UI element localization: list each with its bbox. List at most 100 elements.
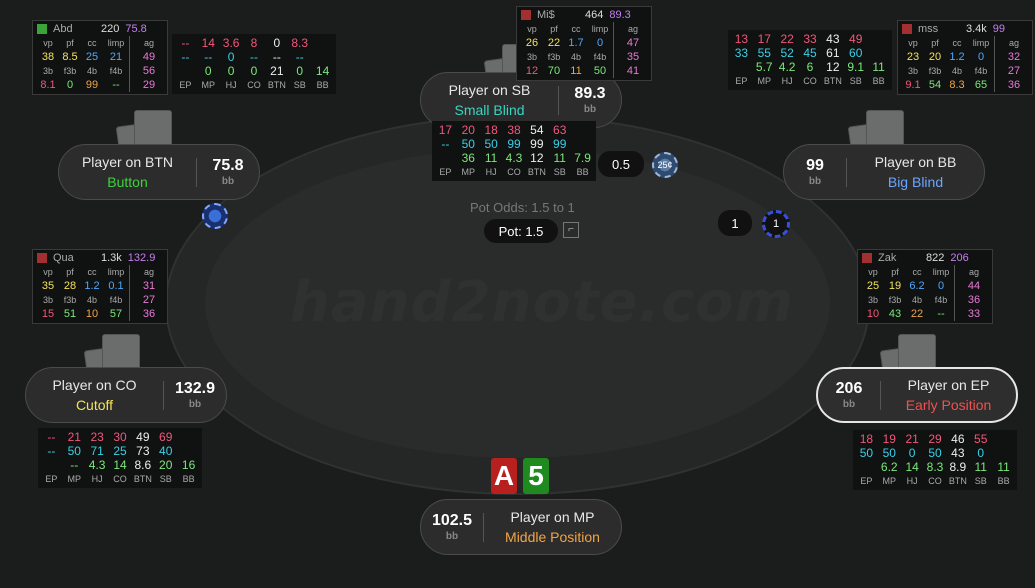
posstats-sb[interactable]: 17 20 18 38 54 63 -- 50 50 99 99 99 36 11 4.3 12 11 7.9 EP… — [432, 121, 596, 181]
hud-abd[interactable]: Abd 220 75.8 vp pf cc limp ag 38 8.5 25 21 49 3b f3b 4b… — [32, 20, 168, 95]
posstat-cell: 14 — [113, 458, 127, 472]
posstat-cell: 99 — [553, 137, 567, 151]
posstat-cell: 20 — [159, 458, 173, 472]
hud-player-name: Qua — [53, 251, 74, 264]
hud-stat-f3b: 43 — [888, 308, 902, 320]
hud-player-name: Zak — [878, 251, 897, 264]
hud-label-3b: 3b — [42, 295, 53, 305]
player-flag-icon — [521, 9, 531, 20]
seat-stack: 75.8 — [212, 156, 244, 174]
posstat-cell: -- — [181, 36, 190, 50]
posstat-cell: 52 — [780, 46, 794, 60]
posstat-cell: 69 — [159, 430, 173, 444]
posstat-cell: 16 — [181, 458, 196, 472]
btn-chip-icon — [202, 203, 228, 229]
hud-stat-vp: 23 — [906, 51, 920, 63]
hud-stat-ag-3: 36 — [142, 308, 156, 320]
hud-stat-3b: 12 — [525, 65, 539, 77]
hud-zak[interactable]: Zak 822 206 vp pf cc limp ag 25 19 6.2 0 44 3b f3b 4b f4… — [857, 249, 993, 324]
hud-label-cc: cc — [912, 267, 922, 277]
hud-stat-3b: 10 — [866, 308, 880, 320]
posstat-cell: 13 — [734, 32, 749, 46]
posstat-label: BTN — [267, 80, 286, 90]
sb-chip-icon: 25¢ — [652, 152, 678, 178]
posstat-cell — [867, 46, 890, 60]
hud-mi[interactable]: Mi$ 464 89.3 vp pf cc limp ag 26 22 1.7 0 47 3b f3b 4b f… — [516, 6, 652, 81]
seat-mp-hero[interactable]: 102.5 bb Player on MP Middle Position — [420, 499, 622, 555]
posstat-cell: 54 — [530, 123, 544, 137]
posstats-ep[interactable]: 18 19 21 29 46 55 50 50 0 50 43 0 6.2 14 8.3 8.9 11 11 EP M… — [853, 430, 1017, 490]
seat-bb[interactable]: 99 bb Player on BB Big Blind — [783, 144, 985, 200]
hud-stat-ag: 32 — [1007, 51, 1021, 63]
posstats-grid: -- 21 23 30 49 69 -- 50 71 25 73 40 -- 4.3 14 8.6 20 16 EP… — [40, 430, 200, 486]
hud-qua[interactable]: Qua 1.3k 132.9 vp pf cc limp ag 35 28 1.2 0.1 31 3b f3… — [32, 249, 168, 324]
seat-ep[interactable]: 206 bb Player on EP Early Position — [816, 367, 1018, 423]
hud-stat-3b: 15 — [41, 308, 55, 320]
hud-player-name: Mi$ — [537, 8, 555, 21]
hud-label-f3b: f3b — [888, 295, 902, 305]
hud-score: 206 — [950, 251, 969, 264]
bb-bet: 1 — [718, 210, 752, 236]
posstat-cell: 18 — [859, 432, 874, 446]
pot-menu-icon[interactable]: ⌐ — [563, 222, 579, 238]
posstat-label: BTN — [823, 76, 842, 86]
posstat-cell: 33 — [734, 46, 749, 60]
hud-mss[interactable]: mss 3.4k 99 vp pf cc limp ag 23 20 1.2 0 32 3b f3b 4b f4… — [897, 20, 1033, 95]
posstat-cell: -- — [295, 50, 304, 64]
posstat-label: BB — [997, 476, 1010, 486]
hud-label-cc: cc — [952, 38, 962, 48]
hud-label-ag: ag — [143, 38, 154, 48]
posstat-cell: 71 — [90, 444, 104, 458]
posstats-grid: 18 19 21 29 46 55 50 50 0 50 43 0 6.2 14 8.3 8.9 11 11 EP M… — [855, 432, 1015, 488]
hud-label-pf: pf — [66, 267, 74, 277]
hud-stat-cc: 1.2 — [949, 51, 965, 63]
hud-stat-f3b: 0 — [66, 79, 74, 91]
posstat-cell — [867, 32, 890, 46]
hud-stat-ag-3: 36 — [1007, 79, 1021, 91]
posstat-label: BB — [316, 80, 329, 90]
hud-stat-ag-2: 27 — [1007, 65, 1021, 77]
hud-stat-ag-2: 36 — [967, 294, 981, 306]
posstat-label: HJ — [91, 474, 103, 484]
hud-label-ag: ag — [968, 267, 979, 277]
hud-stat-pf: 19 — [888, 280, 902, 292]
hud-header: Abd 220 75.8 — [33, 21, 167, 36]
hud-stat-vp: 38 — [41, 51, 55, 63]
posstat-cell: 6.2 — [880, 460, 898, 474]
posstat-cell: 14 — [905, 460, 919, 474]
hud-grid: vp pf cc limp ag 38 8.5 25 21 49 3b f3b 4b f4b 56 8.1 0 9… — [33, 36, 167, 94]
posstat-cell: 49 — [849, 32, 863, 46]
seat-stack: 102.5 — [431, 511, 473, 529]
bb-bet-amount: 1 — [731, 215, 739, 231]
seat-co[interactable]: Player on CO Cutoff 132.9 bb — [25, 367, 227, 423]
seat-name: Player on BTN — [81, 154, 174, 170]
posstat-label: CO — [507, 167, 521, 177]
seat-stack: 89.3 — [574, 84, 606, 102]
seat-stack: 99 — [806, 156, 824, 174]
hud-score: 132.9 — [127, 251, 156, 264]
hud-grid: vp pf cc limp ag 26 22 1.7 0 47 3b f3b 4b f4b 35 12 70 11… — [517, 22, 651, 80]
posstat-cell: 11 — [553, 151, 566, 165]
hud-label-f4b: f4b — [593, 52, 607, 62]
posstat-cell: 0 — [273, 36, 281, 50]
hud-stat-cc: 25 — [85, 51, 99, 63]
posstat-label: MP — [882, 476, 897, 486]
seat-btn[interactable]: Player on BTN Button 75.8 bb — [58, 144, 260, 200]
posstat-cell: 38 — [507, 123, 521, 137]
hud-grid: vp pf cc limp ag 35 28 1.2 0.1 31 3b f3b 4b f4b 27 15 51… — [33, 265, 167, 323]
hero-card-1: A — [491, 458, 517, 494]
posstat-label: EP — [179, 80, 192, 90]
posstats-bb[interactable]: 13 17 22 33 43 49 33 55 52 45 61 60 5.7 4.2 6 12 9.1 11 EP… — [728, 30, 892, 90]
posstat-cell — [434, 151, 457, 165]
hud-stat-3b: 8.1 — [40, 79, 56, 91]
posstat-label: CO — [113, 474, 127, 484]
seat-stack: 206 — [835, 379, 863, 397]
posstats-co[interactable]: -- 21 23 30 49 69 -- 50 71 25 73 40 -- 4.3 14 8.6 20 16 EP… — [38, 428, 202, 488]
posstat-cell: 4.2 — [778, 60, 796, 74]
hud-stat-f3b: 54 — [928, 79, 942, 91]
posstat-cell: 55 — [757, 46, 771, 60]
hud-stat-f4b: -- — [937, 308, 945, 320]
posstat-cell: 50 — [882, 446, 896, 460]
posstats-btn[interactable]: -- 14 3.6 8 0 8.3 -- -- 0 -- -- -- 0 0 0 21 0 14 EP MP HJ CO B… — [172, 34, 336, 94]
hud-stat-ag-2: 27 — [142, 294, 156, 306]
